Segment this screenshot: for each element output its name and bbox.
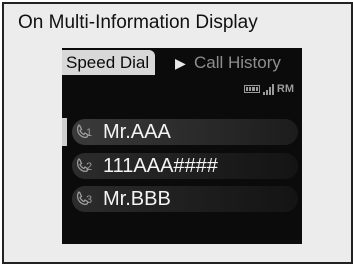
tab-speed-dial[interactable]: Speed Dial <box>62 50 156 75</box>
selection-indicator <box>62 118 67 146</box>
tab-bar: Speed Dial ▶ Call History <box>62 48 302 76</box>
speed-dial-name: 111AAA#### <box>103 155 218 177</box>
multi-information-display: Speed Dial ▶ Call History RM 1 Mr.AAA 2 … <box>62 48 302 244</box>
speed-dial-index: 2 <box>86 161 93 173</box>
status-indicators: RM <box>243 81 294 95</box>
tab-call-history[interactable]: Call History <box>194 50 281 75</box>
speed-dial-item[interactable]: 3 Mr.BBB <box>72 186 298 212</box>
speed-dial-item[interactable]: 2 111AAA#### <box>72 153 298 179</box>
speed-dial-name: Mr.BBB <box>103 188 171 210</box>
signal-strength-icon <box>262 83 274 95</box>
figure-caption: On Multi-Information Display <box>18 12 258 33</box>
speed-dial-item[interactable]: 1 Mr.AAA <box>72 119 298 145</box>
roaming-indicator: RM <box>276 83 294 95</box>
chevron-right-icon: ▶ <box>175 55 186 71</box>
speed-dial-name: Mr.AAA <box>103 121 171 143</box>
speed-dial-index: 3 <box>86 194 93 206</box>
speed-dial-index: 1 <box>86 127 93 139</box>
battery-icon <box>243 85 260 93</box>
figure-frame: On Multi-Information Display Speed Dial … <box>2 2 353 264</box>
